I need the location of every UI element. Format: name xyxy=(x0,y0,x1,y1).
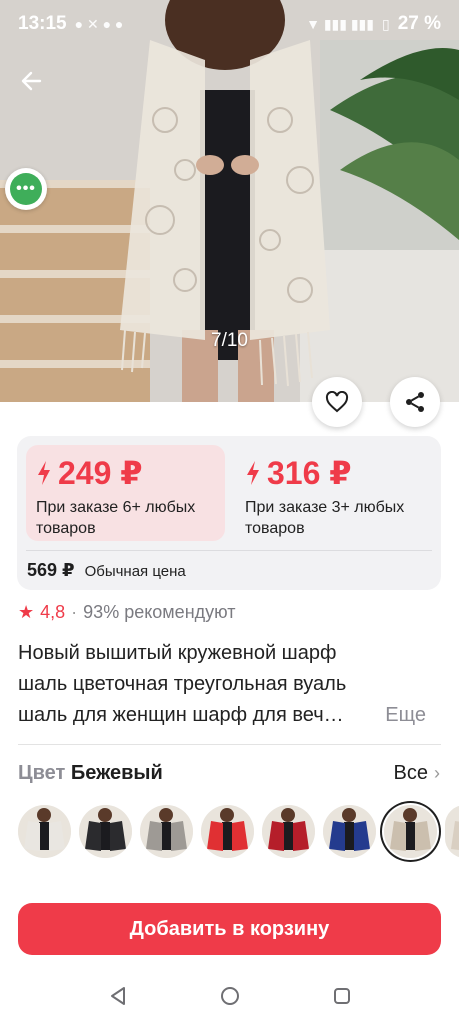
signal-icons: ▼ ▮▮▮ ▮▮▮ xyxy=(306,15,374,32)
color-swatch-selected[interactable] xyxy=(384,805,437,858)
color-swatch[interactable] xyxy=(323,805,376,858)
lightning-icon xyxy=(38,461,50,485)
color-selector-header: Цвет Бежевый Все › xyxy=(18,762,440,785)
color-key: Цвет xyxy=(18,762,66,784)
price-card: 249 ₽ При заказе 6+ любых товаров 316 ₽ … xyxy=(17,436,441,590)
notification-icons: ● ✕ ● ● xyxy=(74,15,124,32)
more-options-button[interactable]: ••• xyxy=(5,168,47,210)
regular-price-label: Обычная цена xyxy=(84,563,186,580)
title-line: шаль цветочная треугольная вуаль xyxy=(18,673,347,695)
color-swatch[interactable] xyxy=(262,805,315,858)
system-navigation-bar xyxy=(0,968,459,1024)
rating-row[interactable]: ★ 4,8 · 93% рекомендуют xyxy=(18,602,236,623)
rating-value: 4,8 xyxy=(40,602,66,622)
battery-level: 27 % xyxy=(397,13,441,34)
color-swatch[interactable] xyxy=(79,805,132,858)
color-swatch[interactable] xyxy=(18,805,71,858)
regular-price: 569 ₽ Обычная цена xyxy=(27,560,186,581)
recommend-rate: 93% рекомендуют xyxy=(83,602,236,622)
title-line: шаль для женщин шарф для веч… xyxy=(18,704,344,726)
battery-icon: ▯ xyxy=(381,15,390,32)
all-colors-label: Все xyxy=(393,762,428,784)
share-icon xyxy=(406,392,424,412)
back-triangle-icon[interactable] xyxy=(107,985,129,1007)
lightning-icon xyxy=(247,461,259,485)
tier-price: 249 ₽ xyxy=(58,455,143,491)
regular-price-amount: 569 ₽ xyxy=(27,560,75,580)
favorite-button[interactable] xyxy=(312,377,362,427)
tier-condition: При заказе 6+ любых товаров xyxy=(36,499,196,537)
star-icon: ★ xyxy=(18,602,35,622)
share-button[interactable] xyxy=(390,377,440,427)
color-swatch[interactable] xyxy=(445,805,459,858)
chevron-right-icon: › xyxy=(434,763,440,783)
selected-color: Бежевый xyxy=(70,762,163,784)
more-dots-icon: ••• xyxy=(10,173,42,205)
color-swatch[interactable] xyxy=(140,805,193,858)
color-swatches xyxy=(18,805,459,858)
title-line: Новый вышитый кружевной шарф xyxy=(18,642,337,664)
image-counter: 7/10 xyxy=(211,330,248,351)
home-circle-icon[interactable] xyxy=(219,985,241,1007)
product-image-gallery[interactable]: 13:15 ● ✕ ● ● ▼ ▮▮▮ ▮▮▮ ▯ 27 % ••• 7/10 xyxy=(0,0,459,402)
color-label: Цвет Бежевый xyxy=(18,762,163,785)
all-colors-link[interactable]: Все › xyxy=(394,762,440,785)
price-tier-6plus[interactable]: 249 ₽ При заказе 6+ любых товаров xyxy=(26,445,225,541)
product-title: Новый вышитый кружевной шарф шаль цветоч… xyxy=(18,638,434,731)
tier-price: 316 ₽ xyxy=(267,455,352,491)
back-button[interactable] xyxy=(14,64,48,98)
divider xyxy=(26,550,432,551)
tier-condition: При заказе 3+ любых товаров xyxy=(245,499,405,537)
show-more-link[interactable]: Еще xyxy=(379,700,426,731)
status-bar: 13:15 ● ✕ ● ● ▼ ▮▮▮ ▮▮▮ ▯ 27 % xyxy=(0,0,459,48)
arrow-left-icon xyxy=(21,71,42,91)
heart-icon xyxy=(325,391,349,413)
clock: 13:15 xyxy=(18,13,67,34)
color-swatch[interactable] xyxy=(201,805,254,858)
divider xyxy=(18,744,441,745)
recents-square-icon[interactable] xyxy=(331,985,353,1007)
price-tier-3plus[interactable]: 316 ₽ При заказе 3+ любых товаров xyxy=(235,445,435,541)
rating-separator: · xyxy=(71,602,78,622)
add-to-cart-button[interactable]: Добавить в корзину xyxy=(18,903,441,955)
